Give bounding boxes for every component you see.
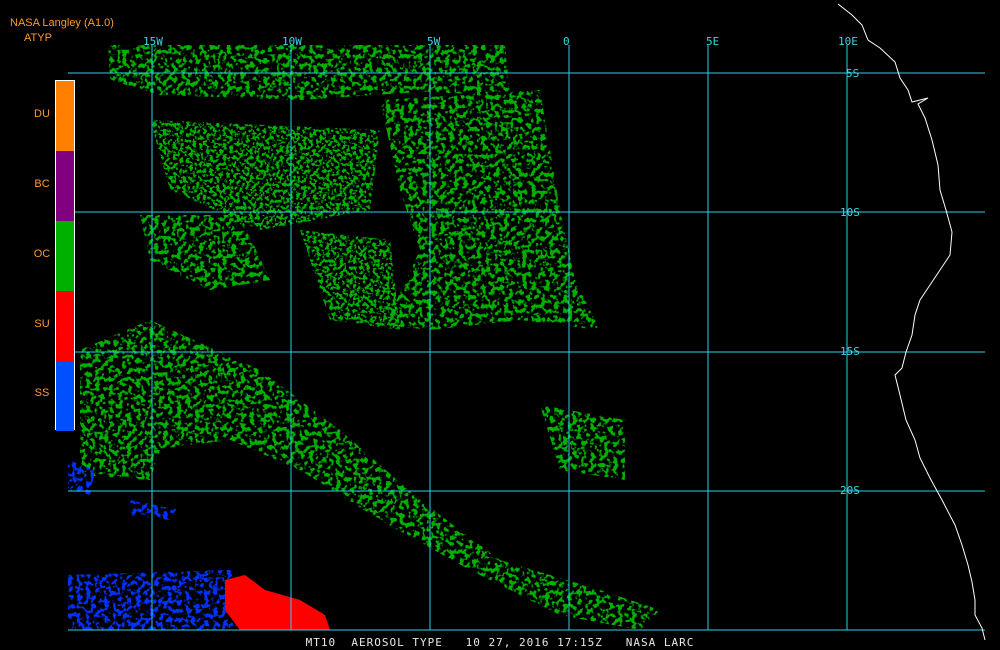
lat-label-20s: 20S <box>840 484 860 497</box>
legend-colorbar <box>55 80 75 431</box>
legend-swatch-oc <box>56 221 74 291</box>
lat-label-5s: 5S <box>846 67 860 80</box>
lat-label-15s: 15S <box>840 345 860 358</box>
legend-label-ss: SS <box>34 387 50 399</box>
aerosol-map <box>68 3 986 641</box>
coastline <box>837 3 986 641</box>
legend-swatch-bc <box>56 151 74 221</box>
legend-swatch-su <box>56 291 74 361</box>
legend-label-su: SU <box>34 318 50 330</box>
legend-label-oc: OC <box>33 248 51 260</box>
su-aerosol-region <box>225 575 330 630</box>
lon-label-10w: 10W <box>282 35 302 48</box>
lon-label-5w: 5W <box>427 35 441 48</box>
legend-swatch-du <box>56 81 74 151</box>
lon-label-5e: 5E <box>706 35 720 48</box>
footer-caption: MT10 AEROSOL TYPE 10 27, 2016 17:15Z NAS… <box>305 636 695 649</box>
source-title: NASA Langley (A1.0) <box>10 17 114 29</box>
legend-label-du: DU <box>34 108 50 120</box>
product-code: ATYP <box>24 32 52 44</box>
lon-label-10e: 10E <box>838 35 858 48</box>
legend-label-bc: BC <box>34 178 50 190</box>
lon-label-15w: 15W <box>143 35 163 48</box>
lon-label-0: 0 <box>563 35 570 48</box>
legend-swatch-ss <box>56 361 74 431</box>
lat-label-10s: 10S <box>840 206 860 219</box>
